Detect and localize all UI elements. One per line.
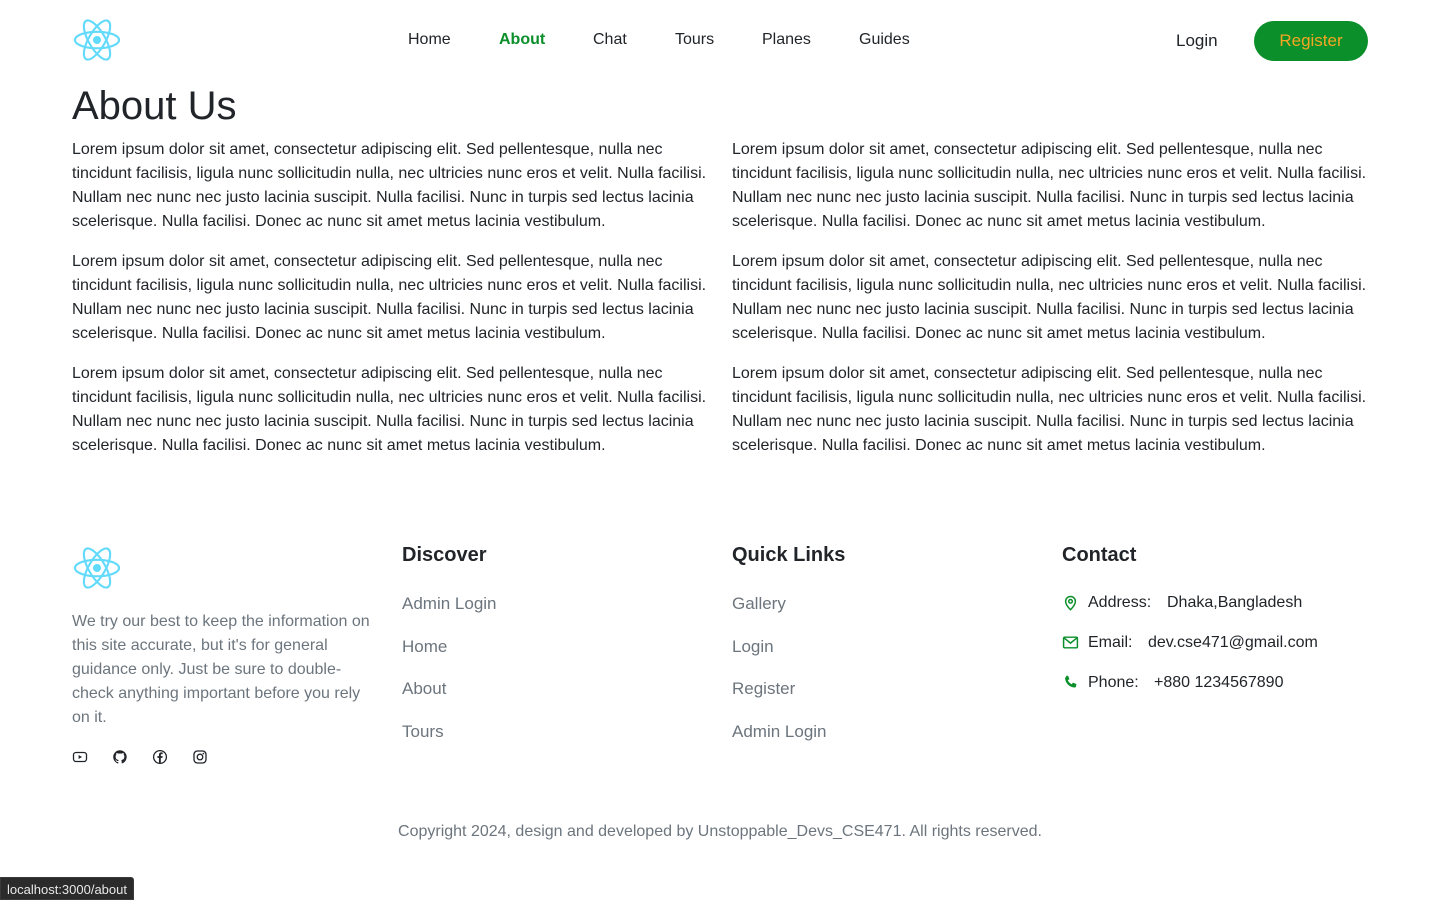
about-paragraph: Lorem ipsum dolor sit amet, consectetur …	[732, 365, 1367, 454]
main-nav: Home About Chat Tours Planes Guides	[0, 31, 1440, 51]
location-pin-icon	[1062, 594, 1079, 611]
about-column-right: Lorem ipsum dolor sit amet, consectetur …	[732, 138, 1372, 474]
react-logo-icon[interactable]	[72, 545, 122, 591]
github-icon[interactable]	[112, 749, 128, 765]
address-label: Address:	[1088, 594, 1152, 611]
footer-link-register[interactable]: Register	[732, 679, 827, 699]
discover-links: Admin Login Home About Tours	[402, 594, 497, 764]
footer-link-about[interactable]: About	[402, 679, 497, 699]
nav-tours[interactable]: Tours	[675, 31, 714, 49]
copyright-text: Copyright 2024, design and developed by …	[398, 823, 1042, 840]
about-paragraph: Lorem ipsum dolor sit amet, consectetur …	[732, 141, 1367, 230]
about-paragraph: Lorem ipsum dolor sit amet, consectetur …	[72, 365, 707, 454]
quick-links-title: Quick Links	[732, 544, 846, 566]
contact-title: Contact	[1062, 544, 1137, 566]
instagram-icon[interactable]	[192, 749, 208, 765]
about-paragraph: Lorem ipsum dolor sit amet, consectetur …	[72, 253, 707, 342]
email-value[interactable]: dev.cse471@gmail.com	[1148, 634, 1318, 652]
browser-status-url: localhost:3000/about	[0, 877, 134, 900]
nav-home[interactable]: Home	[408, 31, 451, 49]
footer-link-home[interactable]: Home	[402, 637, 497, 657]
email-label: Email:	[1088, 634, 1133, 651]
address-value: Dhaka,Bangladesh	[1167, 594, 1303, 611]
phone-value[interactable]: +880 1234567890	[1154, 674, 1283, 692]
about-paragraph: Lorem ipsum dolor sit amet, consectetur …	[72, 141, 707, 230]
footer-link-gallery[interactable]: Gallery	[732, 594, 827, 614]
nav-chat[interactable]: Chat	[593, 31, 627, 49]
register-button[interactable]: Register	[1254, 21, 1368, 61]
nav-about[interactable]: About	[499, 31, 545, 49]
footer-link-admin-login[interactable]: Admin Login	[402, 594, 497, 614]
mail-icon	[1062, 634, 1079, 651]
footer-link-tours[interactable]: Tours	[402, 722, 497, 742]
page-title: About Us	[72, 84, 237, 128]
about-paragraph: Lorem ipsum dolor sit amet, consectetur …	[732, 253, 1367, 342]
nav-guides[interactable]: Guides	[859, 31, 910, 49]
youtube-icon[interactable]	[72, 749, 88, 765]
nav-planes[interactable]: Planes	[762, 31, 811, 49]
facebook-icon[interactable]	[152, 749, 168, 765]
login-button[interactable]: Login	[1176, 31, 1218, 51]
footer-link-login[interactable]: Login	[732, 637, 827, 657]
phone-icon	[1062, 674, 1079, 691]
discover-title: Discover	[402, 544, 487, 566]
site-header: Home About Chat Tours Planes Guides Logi…	[0, 0, 1440, 82]
quick-links: Gallery Login Register Admin Login	[732, 594, 827, 764]
footer-link-admin-login[interactable]: Admin Login	[732, 722, 827, 742]
about-column-left: Lorem ipsum dolor sit amet, consectetur …	[72, 138, 712, 474]
footer-description: We try our best to keep the information …	[72, 613, 370, 726]
phone-label: Phone:	[1088, 674, 1139, 691]
